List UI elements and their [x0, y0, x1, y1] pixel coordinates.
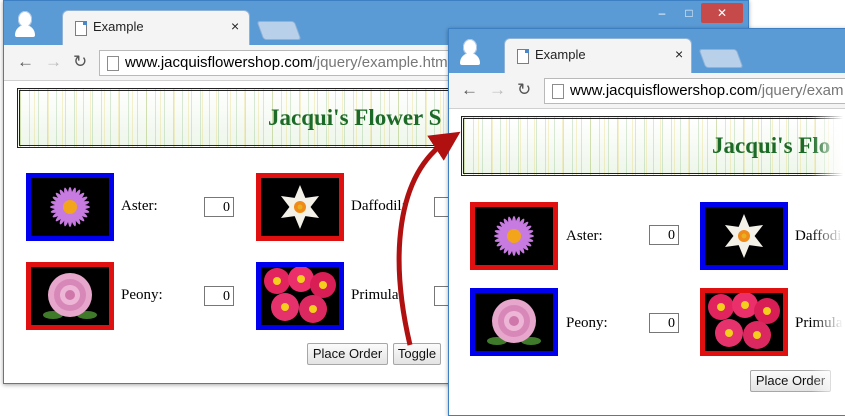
- peony-label: Peony:: [566, 315, 608, 331]
- reload-icon[interactable]: ↻: [73, 52, 87, 72]
- daffodil-image: [256, 173, 344, 241]
- toggle-button[interactable]: Toggle: [393, 343, 441, 365]
- page-title: Jacqui's Flo: [712, 133, 831, 158]
- tab-close-icon[interactable]: ×: [231, 18, 239, 34]
- primula-label: Primula:: [351, 287, 403, 303]
- daffodil-image: [700, 202, 788, 270]
- url-text[interactable]: www.jacquisflowershop.com/jquery/exam: [570, 82, 843, 99]
- peony-quantity-input[interactable]: 0: [204, 286, 234, 306]
- primula-label: Primula: [795, 315, 843, 331]
- peony-image: [470, 288, 558, 356]
- minimize-icon[interactable]: –: [649, 3, 675, 23]
- primula-image: [700, 288, 788, 356]
- reload-icon[interactable]: ↻: [517, 80, 531, 100]
- primula-image: [256, 262, 344, 330]
- daffodil-label: Daffodil:: [351, 198, 406, 214]
- aster-image: [470, 202, 558, 270]
- aster-image: [26, 173, 114, 241]
- aster-flower: [494, 216, 534, 256]
- daffodil-flower: [280, 185, 320, 229]
- peony-flower: [43, 273, 97, 319]
- primula-flowers: [708, 292, 780, 349]
- title-bar: Example ×: [449, 29, 845, 74]
- page-icon: [517, 49, 529, 64]
- peony-flower: [487, 299, 541, 345]
- tab-example[interactable]: Example ×: [62, 10, 250, 46]
- profile-icon[interactable]: [459, 39, 481, 65]
- tab-title: Example: [535, 47, 586, 62]
- new-tab-button[interactable]: [698, 49, 744, 68]
- page-icon: [552, 84, 564, 99]
- aster-label: Aster:: [121, 198, 158, 214]
- tab-title: Example: [93, 19, 144, 34]
- primula-flowers: [264, 266, 336, 323]
- aster-quantity-input[interactable]: 0: [649, 225, 679, 245]
- place-order-button[interactable]: Place Order: [750, 370, 831, 392]
- daffodil-flower: [724, 214, 764, 258]
- peony-quantity-input[interactable]: 0: [649, 313, 679, 333]
- daffodil-label: Daffodi: [795, 228, 842, 244]
- back-icon[interactable]: ←: [17, 52, 34, 72]
- browser-toolbar: ← → ↻ www.jacquisflowershop.com/jquery/e…: [449, 73, 845, 109]
- peony-label: Peony:: [121, 287, 163, 303]
- close-window-icon[interactable]: ✕: [701, 3, 743, 23]
- tab-close-icon[interactable]: ×: [675, 46, 683, 62]
- forward-icon[interactable]: →: [45, 52, 62, 72]
- aster-flower: [50, 187, 90, 227]
- page-title: Jacqui's Flower S: [268, 105, 442, 130]
- back-icon[interactable]: ←: [461, 80, 478, 100]
- page-content: Jacqui's Flo Aster: 0 Daffodi Peony: 0 P…: [449, 109, 845, 415]
- maximize-icon[interactable]: □: [676, 3, 702, 23]
- place-order-button[interactable]: Place Order: [307, 343, 388, 365]
- new-tab-button[interactable]: [256, 21, 302, 40]
- page-icon: [107, 56, 119, 71]
- page-banner: Jacqui's Flo: [461, 116, 845, 176]
- aster-quantity-input[interactable]: 0: [204, 197, 234, 217]
- browser-window-after: Example × ← → ↻ www.jacquisflowershop.co…: [448, 28, 845, 416]
- profile-icon[interactable]: [14, 11, 36, 37]
- page-icon: [75, 21, 87, 36]
- forward-icon[interactable]: →: [489, 80, 506, 100]
- tab-example[interactable]: Example ×: [504, 38, 692, 74]
- url-text[interactable]: www.jacquisflowershop.com/jquery/example…: [125, 54, 448, 71]
- peony-image: [26, 262, 114, 330]
- aster-label: Aster:: [566, 228, 603, 244]
- address-bar[interactable]: www.jacquisflowershop.com/jquery/exam: [544, 78, 845, 104]
